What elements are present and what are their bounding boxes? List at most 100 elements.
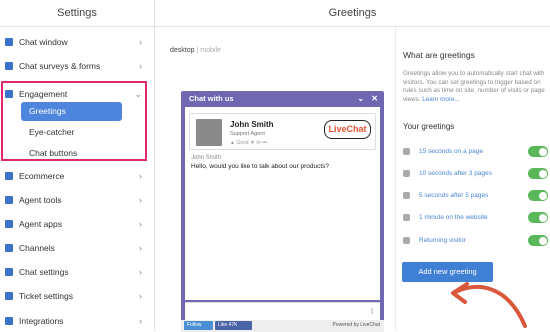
your-greetings-heading: Your greetings [403, 122, 455, 131]
sidebar-item-label: Agent tools [19, 195, 62, 205]
minimize-icon[interactable]: ⌄ [357, 94, 364, 103]
sidebar-subitem-eye-catcher[interactable]: Eye-catcher [21, 123, 122, 142]
greeting-toggle[interactable] [528, 212, 548, 223]
curved-arrow-annotation [451, 282, 527, 328]
sidebar-item-label: Chat surveys & forms [19, 61, 101, 71]
chevron-right-icon: › [139, 316, 142, 326]
preview-area: desktop | mobile Chat with us ⌄ ✕ John S… [155, 27, 395, 332]
sidebar-item-ecommerce[interactable]: Ecommerce › [0, 166, 150, 186]
widget-header: Chat with us ⌄ ✕ [181, 91, 384, 107]
settings-sidebar: Chat window › Chat surveys & forms › Eng… [0, 27, 155, 331]
cart-icon [5, 172, 13, 180]
chevron-right-icon: › [139, 37, 142, 47]
sidebar-item-agent-tools[interactable]: Agent tools › [0, 190, 150, 210]
sidebar-item-label: Agent apps [19, 219, 63, 229]
attachment-icon[interactable]: ⌇ [370, 307, 374, 316]
sidebar-item-chat-window[interactable]: Chat window › [0, 32, 150, 52]
message-author: John Smith [191, 155, 222, 161]
sidebar-subitem-chat-buttons[interactable]: Chat buttons [21, 144, 122, 163]
widget-title: Chat with us [189, 94, 234, 103]
timer-icon [403, 148, 410, 155]
message-text: Hello, would you like to talk about our … [191, 163, 330, 170]
sidebar-item-ticket-settings[interactable]: Ticket settings › [0, 286, 150, 306]
chevron-right-icon: › [139, 171, 142, 181]
channels-icon [5, 244, 13, 252]
chevron-right-icon: › [139, 267, 142, 277]
chat-window-icon [5, 38, 13, 46]
panel-description: Greetings allow you to automatically sta… [403, 70, 549, 104]
greeting-toggle[interactable] [528, 146, 548, 157]
sidebar-item-agent-apps[interactable]: Agent apps › [0, 214, 150, 234]
greeting-link[interactable]: 5 seconds after 5 pages [419, 192, 528, 199]
sidebar-item-integrations[interactable]: Integrations › [0, 311, 150, 331]
greeting-link[interactable]: Returning visitor [419, 237, 528, 244]
settings-title: Settings [0, 0, 155, 27]
learn-more-link[interactable]: Learn more... [422, 96, 459, 103]
close-icon[interactable]: ✕ [371, 94, 378, 103]
chevron-down-icon: ⌄ [134, 88, 142, 99]
chat-settings-icon [5, 268, 13, 276]
greeting-row: 1 minute on the website [403, 210, 548, 225]
tab-desktop[interactable]: desktop [170, 47, 195, 54]
greeting-toggle[interactable] [528, 168, 548, 179]
greeting-toggle[interactable] [528, 190, 548, 201]
sidebar-item-label: Channels [19, 243, 55, 253]
chevron-right-icon: › [139, 291, 142, 301]
panel-title: What are greetings [403, 50, 475, 60]
sidebar-item-engagement[interactable]: Engagement ⌄ [0, 84, 150, 104]
ticket-icon [5, 292, 13, 300]
eye-icon [5, 90, 13, 98]
tab-separator: | [196, 47, 199, 54]
magnet-icon [403, 237, 410, 244]
pages-icon [403, 192, 410, 199]
survey-icon [5, 62, 13, 70]
sidebar-item-label: Engagement [19, 89, 68, 99]
sidebar-item-chat-settings[interactable]: Chat settings › [0, 262, 150, 282]
avatar [196, 119, 222, 146]
sidebar-item-label: Chat window [19, 37, 68, 47]
message-input[interactable]: ⌇ [185, 302, 380, 320]
mail-icon[interactable]: ✉ [256, 140, 260, 146]
greeting-link[interactable]: 15 seconds on a page [419, 148, 528, 155]
sidebar-item-label: Ecommerce [19, 171, 65, 181]
wrench-icon [5, 196, 13, 204]
page-title: Greetings [328, 7, 377, 19]
apps-icon [5, 220, 13, 228]
add-greeting-button[interactable]: Add new greeting [402, 262, 493, 282]
powered-by: Powered by LiveChat [332, 322, 380, 328]
widget-body: John Smith Support Agent ▲ Good ▼ ✉ ••• … [185, 107, 380, 300]
sidebar-item-label: Integrations [19, 316, 64, 326]
more-icon[interactable]: ••• [262, 140, 267, 146]
tab-mobile[interactable]: mobile [200, 47, 221, 54]
view-switcher: desktop | mobile [170, 47, 221, 54]
chevron-right-icon: › [139, 195, 142, 205]
greeting-link[interactable]: 1 minute on the website [419, 214, 528, 221]
livechat-logo: LiveChat [324, 120, 371, 139]
agent-role: Support Agent [230, 131, 265, 137]
chevron-right-icon: › [139, 219, 142, 229]
sidebar-item-label: Chat settings [19, 267, 69, 277]
sidebar-item-channels[interactable]: Channels › [0, 238, 150, 258]
greeting-row: Returning visitor [403, 233, 548, 248]
widget-controls: ⌄ ✕ [357, 91, 378, 107]
sidebar-item-label: Ticket settings [19, 291, 74, 301]
twitter-follow-button[interactable]: Follow [184, 321, 213, 330]
top-header: Settings Greetings [0, 0, 550, 27]
chevron-right-icon: › [139, 61, 142, 71]
sidebar-subitem-greetings[interactable]: Greetings [21, 102, 122, 121]
agent-name: John Smith [230, 120, 274, 129]
widget-footer: Follow Like 47K Powered by LiveChat [181, 320, 384, 332]
rating-row: ▲ Good ▼ ✉ ••• [230, 140, 267, 146]
rating-label: Good [236, 140, 249, 146]
thumbs-down-icon[interactable]: ▼ [250, 140, 255, 146]
sidebar-item-chat-surveys[interactable]: Chat surveys & forms › [0, 56, 150, 76]
greeting-link[interactable]: 10 seconds after 3 pages [419, 170, 528, 177]
greeting-row: 10 seconds after 3 pages [403, 166, 548, 181]
greeting-row: 15 seconds on a page [403, 144, 548, 159]
greeting-row: 5 seconds after 5 pages [403, 188, 548, 203]
greeting-toggle[interactable] [528, 235, 548, 246]
chevron-right-icon: › [139, 243, 142, 253]
thumbs-up-icon[interactable]: ▲ [230, 140, 235, 146]
facebook-like-button[interactable]: Like 47K [215, 321, 252, 330]
timer-icon [403, 214, 410, 221]
